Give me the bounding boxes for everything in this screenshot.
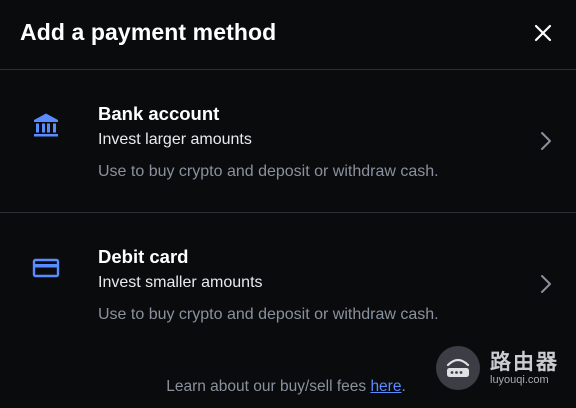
option-subtitle: Invest larger amounts (98, 131, 252, 148)
footer-text: Learn about our buy/sell fees (166, 378, 371, 395)
option-name: Bank account (98, 103, 220, 124)
watermark: 路由器 luyouqi.com (436, 346, 576, 392)
watermark-sub: luyouqi.com (490, 374, 549, 386)
option-description: Use to buy crypto and deposit or withdra… (98, 163, 439, 180)
fees-link[interactable]: here (370, 378, 401, 395)
modal-title: Add a payment method (20, 19, 277, 45)
bank-icon (34, 113, 58, 137)
watermark-title: 路由器 (490, 351, 559, 374)
close-icon (534, 24, 552, 42)
chevron-right-icon (541, 132, 551, 150)
card-icon (32, 258, 60, 278)
debit-card-option[interactable]: Debit card Invest smaller amounts Use to… (0, 214, 576, 356)
footer-end: . (401, 378, 406, 395)
router-logo-icon (436, 346, 480, 390)
option-name: Debit card (98, 246, 189, 267)
chevron-right-icon (541, 275, 551, 293)
bank-account-option[interactable]: Bank account Invest larger amounts Use t… (0, 71, 576, 213)
option-subtitle: Invest smaller amounts (98, 274, 263, 291)
close-button[interactable] (529, 19, 557, 47)
payment-method-modal: Add a payment method Bank account Invest… (0, 0, 576, 408)
modal-header: Add a payment method (0, 0, 576, 70)
option-description: Use to buy crypto and deposit or withdra… (98, 306, 439, 323)
